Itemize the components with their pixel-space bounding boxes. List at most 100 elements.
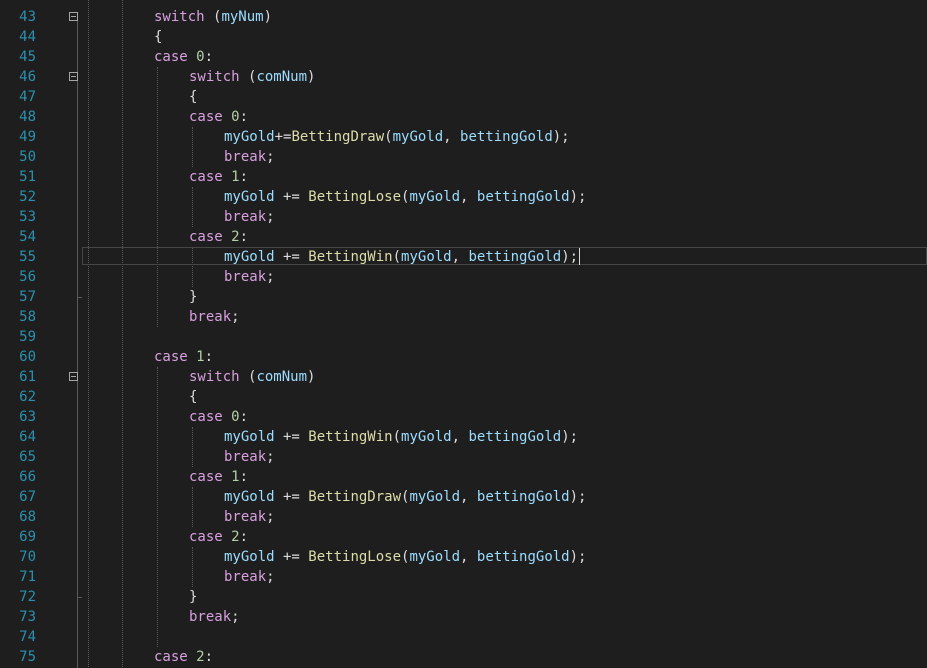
code-text[interactable]: break; [189, 307, 240, 327]
code-line[interactable]: 71 break; [0, 567, 927, 587]
code-token: myGold [224, 489, 275, 505]
code-token: myGold [224, 249, 275, 265]
code-text[interactable]: case 0: [189, 107, 248, 127]
code-text[interactable]: myGold += BettingLose(myGold, bettingGol… [224, 187, 586, 207]
code-text[interactable]: break; [189, 607, 240, 627]
line-number: 55 [19, 249, 36, 265]
code-text[interactable]: case 2: [189, 227, 248, 247]
line-number: 46 [19, 69, 36, 85]
code-line[interactable]: 73 break; [0, 607, 927, 627]
code-text[interactable]: { [189, 387, 197, 407]
code-line[interactable]: 58 break; [0, 307, 927, 327]
code-line[interactable]: 49 myGold+=BettingDraw(myGold, bettingGol… [0, 127, 927, 147]
collapse-icon[interactable] [69, 372, 78, 381]
code-token: ) [263, 9, 273, 25]
code-token: BettingWin [308, 429, 393, 445]
code-token: bettingGold [476, 189, 570, 205]
code-text[interactable]: break; [224, 147, 275, 167]
code-line[interactable]: 56 break; [0, 267, 927, 287]
code-line[interactable]: 67 myGold += BettingDraw(myGold, bettingG… [0, 487, 927, 507]
code-line[interactable]: 44 { [0, 27, 927, 47]
code-text[interactable]: case 2: [154, 647, 213, 667]
line-number: 74 [19, 629, 36, 645]
code-line[interactable]: 54 case 2: [0, 227, 927, 247]
code-line[interactable]: 61 switch (comNum) [0, 367, 927, 387]
code-token: BettingWin [308, 249, 393, 265]
code-text[interactable]: } [189, 287, 197, 307]
code-text[interactable]: case 1: [189, 467, 248, 487]
code-text[interactable]: { [189, 87, 197, 107]
code-token: ; [266, 449, 275, 465]
code-text[interactable]: case 0: [154, 47, 213, 67]
code-token: switch [189, 69, 240, 85]
collapse-icon[interactable] [69, 72, 78, 81]
code-token: myGold [409, 549, 461, 565]
code-text[interactable]: myGold += BettingWin(myGold, bettingGold… [224, 427, 578, 447]
code-line[interactable]: 45 case 0: [0, 47, 927, 67]
code-line[interactable]: 74 [0, 627, 927, 647]
code-text[interactable]: case 0: [189, 407, 248, 427]
code-text[interactable]: break; [224, 507, 275, 527]
line-number: 66 [19, 469, 36, 485]
code-token: 1 [196, 349, 205, 365]
code-token: ); [561, 429, 579, 445]
code-token: 2 [196, 649, 205, 665]
code-token: , [460, 549, 477, 565]
code-token: : [239, 169, 249, 185]
code-text[interactable]: { [154, 27, 162, 47]
code-token: ( [384, 129, 393, 145]
code-text[interactable]: switch (comNum) [189, 367, 315, 387]
code-text[interactable]: case 1: [154, 347, 213, 367]
code-token: break [189, 309, 232, 325]
code-token: ; [266, 209, 275, 225]
code-text[interactable]: switch (comNum) [189, 67, 315, 87]
collapse-icon[interactable] [69, 12, 78, 21]
code-line[interactable]: 51 case 1: [0, 167, 927, 187]
code-line[interactable]: 75 case 2: [0, 647, 927, 667]
code-text[interactable]: myGold += BettingDraw(myGold, bettingGol… [224, 487, 586, 507]
code-line[interactable]: 64 myGold += BettingWin(myGold, bettingGo… [0, 427, 927, 447]
code-text[interactable]: myGold+=BettingDraw(myGold, bettingGold)… [224, 127, 570, 147]
code-token: myGold [409, 489, 461, 505]
line-number: 53 [19, 209, 36, 225]
code-line[interactable]: 48 case 0: [0, 107, 927, 127]
code-line[interactable]: 69 case 2: [0, 527, 927, 547]
code-text[interactable]: break; [224, 207, 275, 227]
code-token: comNum [256, 369, 308, 385]
code-line[interactable]: 47 { [0, 87, 927, 107]
code-token: myGold [224, 549, 275, 565]
code-line[interactable]: 72} [0, 587, 927, 607]
code-line[interactable]: 59 [0, 327, 927, 347]
code-line[interactable]: 46 switch (comNum) [0, 67, 927, 87]
code-editor[interactable]: 43 switch (myNum) 44{45 case 0: 46 switch (co… [0, 0, 927, 668]
code-line[interactable]: 63 case 0: [0, 407, 927, 427]
code-text[interactable]: switch (myNum) [154, 7, 272, 27]
code-text[interactable]: myGold += BettingLose(myGold, bettingGol… [224, 547, 586, 567]
code-line[interactable]: 57} [0, 287, 927, 307]
code-token: switch [154, 9, 205, 25]
code-text[interactable]: break; [224, 447, 275, 467]
code-text[interactable]: case 2: [189, 527, 248, 547]
code-line[interactable]: 52 myGold += BettingLose(myGold, bettingG… [0, 187, 927, 207]
code-token: += [274, 249, 309, 265]
code-line[interactable]: 62 { [0, 387, 927, 407]
code-token: ; [266, 149, 275, 165]
code-text[interactable]: case 1: [189, 167, 248, 187]
code-line-current[interactable]: 55 myGold += BettingWin(myGold, bettingGo… [0, 247, 927, 267]
code-text[interactable]: } [189, 587, 197, 607]
code-text[interactable]: break; [224, 567, 275, 587]
code-line[interactable]: 70 myGold += BettingLose(myGold, bettingG… [0, 547, 927, 567]
code-token: ; [266, 569, 275, 585]
code-line[interactable]: 65 break; [0, 447, 927, 467]
code-line[interactable]: 50 break; [0, 147, 927, 167]
code-token: 0 [231, 409, 240, 425]
code-line[interactable]: 60 case 1: [0, 347, 927, 367]
code-text[interactable]: break; [224, 267, 275, 287]
code-line[interactable]: 66 case 1: [0, 467, 927, 487]
code-line[interactable]: 53 break; [0, 207, 927, 227]
line-number: 65 [19, 449, 36, 465]
code-line[interactable]: 68 break; [0, 507, 927, 527]
code-line[interactable]: 43 switch (myNum) [0, 7, 927, 27]
code-text[interactable]: myGold += BettingWin(myGold, bettingGold… [224, 247, 578, 267]
